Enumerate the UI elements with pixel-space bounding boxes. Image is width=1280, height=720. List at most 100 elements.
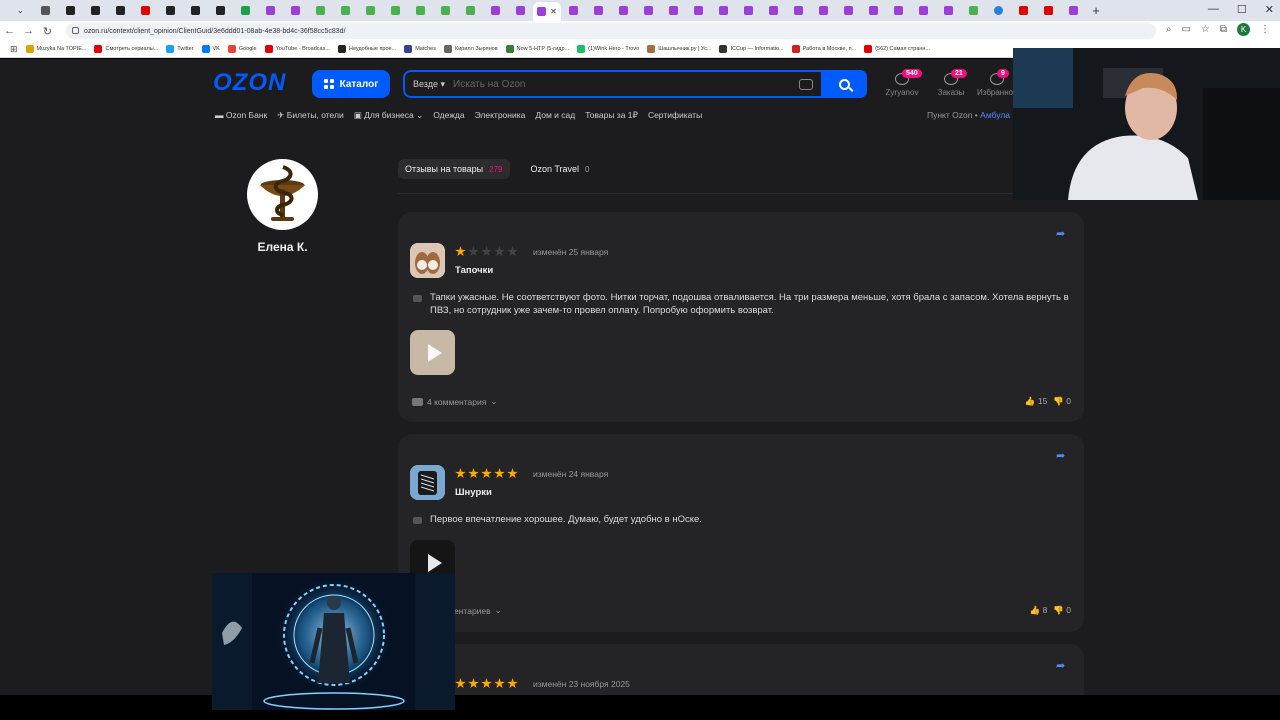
camera-icon[interactable] [799, 78, 813, 90]
browser-tab[interactable] [711, 3, 736, 19]
maximize-icon[interactable]: ☐ [1237, 3, 1247, 16]
bookmark-item[interactable]: Google [227, 45, 257, 53]
search-input[interactable] [453, 78, 799, 90]
bookmark-item[interactable]: ICCup — Informatio... [719, 45, 784, 53]
back-icon[interactable]: ← [0, 25, 19, 37]
browser-tab[interactable] [636, 3, 661, 19]
profile-link[interactable]: 540 Zyryanov [882, 69, 922, 97]
browser-tab[interactable] [861, 3, 886, 19]
like-button[interactable]: 👍 8 [1030, 605, 1048, 616]
product-name[interactable]: Шнурки [455, 487, 492, 498]
browser-tab[interactable] [58, 3, 83, 19]
browser-tab-active[interactable]: ✕ [533, 2, 561, 21]
favorites-link[interactable]: 9 Избранное [977, 69, 1018, 97]
browser-tab[interactable] [1061, 3, 1086, 19]
browser-tab[interactable] [233, 3, 258, 19]
browser-tab[interactable] [936, 3, 961, 19]
bookmark-item[interactable]: Шашлычник.ру | Ус... [647, 45, 711, 53]
browser-tab[interactable] [961, 3, 986, 19]
subnav-item-business[interactable]: ▣ Для бизнеса ⌄ [354, 110, 423, 121]
tab-product-reviews[interactable]: Отзывы на товары 279 [398, 159, 510, 179]
tab-ozon-travel[interactable]: Ozon Travel 0 [524, 159, 597, 179]
catalog-button[interactable]: Каталог [312, 70, 390, 98]
subnav-item-certificates[interactable]: Сертификаты [648, 110, 702, 121]
orders-link[interactable]: 21 Заказы [934, 69, 968, 97]
new-tab-button[interactable]: + [1086, 3, 1106, 18]
browser-tab[interactable] [33, 3, 58, 19]
forward-icon[interactable]: → [19, 25, 38, 37]
browser-tab[interactable] [586, 3, 611, 19]
bookmark-item[interactable]: Кирилл Зырянов [444, 45, 498, 53]
browser-tab[interactable] [258, 3, 283, 19]
bookmark-item[interactable]: VK [201, 45, 220, 53]
browser-tab[interactable] [786, 3, 811, 19]
bookmark-item[interactable]: Muzyka Na TOPIE... [25, 45, 86, 53]
browser-tab[interactable] [1011, 3, 1036, 19]
browser-tab[interactable] [483, 3, 508, 19]
tab-list-button[interactable]: ⌄ [8, 3, 33, 19]
share-icon[interactable]: ➦ [1056, 227, 1068, 240]
browser-tab[interactable] [108, 3, 133, 19]
browser-tab[interactable] [283, 3, 308, 19]
reload-icon[interactable]: ↻ [38, 25, 57, 38]
product-thumbnail[interactable] [410, 243, 445, 278]
site-info-icon[interactable] [72, 27, 79, 34]
comments-toggle[interactable]: ентариев ⌄ [454, 605, 502, 616]
dislike-button[interactable]: 👎 0 [1053, 605, 1071, 616]
bookmark-item[interactable]: (1)Wink Hero - Trovo [577, 45, 639, 53]
browser-tab[interactable] [561, 3, 586, 19]
search-scope-dropdown[interactable]: Везде ▾ [405, 79, 453, 90]
close-tab-icon[interactable]: ✕ [550, 7, 557, 16]
browser-tab[interactable] [208, 3, 233, 19]
zoom-icon[interactable]: ⌕ [1166, 24, 1172, 35]
browser-tab[interactable] [986, 3, 1011, 19]
like-button[interactable]: 👍 15 [1025, 396, 1047, 407]
bookmark-item[interactable]: Смотреть сериалы... [94, 45, 158, 53]
browser-tab[interactable] [811, 3, 836, 19]
apps-icon[interactable]: ⊞ [10, 44, 18, 55]
bookmark-item[interactable]: Matches [404, 45, 436, 53]
bookmark-item[interactable]: Неудобные прое... [337, 45, 396, 53]
browser-tab[interactable] [333, 3, 358, 19]
browser-tab[interactable] [1036, 3, 1061, 19]
cast-icon[interactable]: ▭ [1181, 24, 1190, 35]
close-window-icon[interactable]: ✕ [1265, 3, 1274, 16]
subnav-item-home-garden[interactable]: Дом и сад [535, 110, 575, 121]
pickup-point[interactable]: Пункт Ozon • Амбула [927, 110, 1010, 120]
browser-tab[interactable] [458, 3, 483, 19]
browser-tab[interactable] [158, 3, 183, 19]
browser-tab[interactable] [408, 3, 433, 19]
subnav-item-clothes[interactable]: Одежда [433, 110, 464, 121]
share-icon[interactable]: ➦ [1056, 659, 1068, 672]
subnav-item-ozon-bank[interactable]: ▬ Ozon Банк [215, 110, 267, 121]
browser-tab[interactable] [383, 3, 408, 19]
browser-tab[interactable] [83, 3, 108, 19]
browser-tab[interactable] [836, 3, 861, 19]
comments-toggle[interactable]: 4 комментария ⌄ [412, 396, 497, 407]
product-name[interactable]: Тапочки [455, 265, 493, 276]
browser-tab[interactable] [308, 3, 333, 19]
bookmark-star-icon[interactable]: ☆ [1201, 24, 1210, 35]
subnav-item-one-ruble[interactable]: Товары за 1₽ [585, 110, 638, 121]
browser-tab[interactable] [358, 3, 383, 19]
profile-avatar[interactable]: K [1237, 23, 1250, 36]
browser-tab[interactable] [736, 3, 761, 19]
search-button[interactable] [821, 70, 867, 98]
browser-tab[interactable] [686, 3, 711, 19]
bookmark-item[interactable]: YouTube - Broadcas... [264, 45, 330, 53]
browser-tab[interactable] [133, 3, 158, 19]
bookmark-item[interactable]: Now 5-HTP (5-гидр... [505, 45, 569, 53]
browser-tab[interactable] [886, 3, 911, 19]
ozon-logo[interactable]: OZON [213, 69, 286, 97]
subnav-item-electronics[interactable]: Электроника [475, 110, 526, 121]
url-field[interactable]: ozon.ru/context/client_opinion/ClientGui… [66, 23, 1156, 39]
browser-tab[interactable] [433, 3, 458, 19]
share-icon[interactable]: ➦ [1056, 449, 1068, 462]
subnav-item-tickets[interactable]: ✈ Билеты, отели [277, 110, 343, 121]
bookmark-item[interactable]: (562) Самая странн... [864, 45, 930, 53]
product-thumbnail[interactable] [410, 465, 445, 500]
minimize-icon[interactable]: — [1208, 3, 1219, 16]
dislike-button[interactable]: 👎 0 [1053, 396, 1071, 407]
browser-tab[interactable] [761, 3, 786, 19]
browser-tab[interactable] [661, 3, 686, 19]
